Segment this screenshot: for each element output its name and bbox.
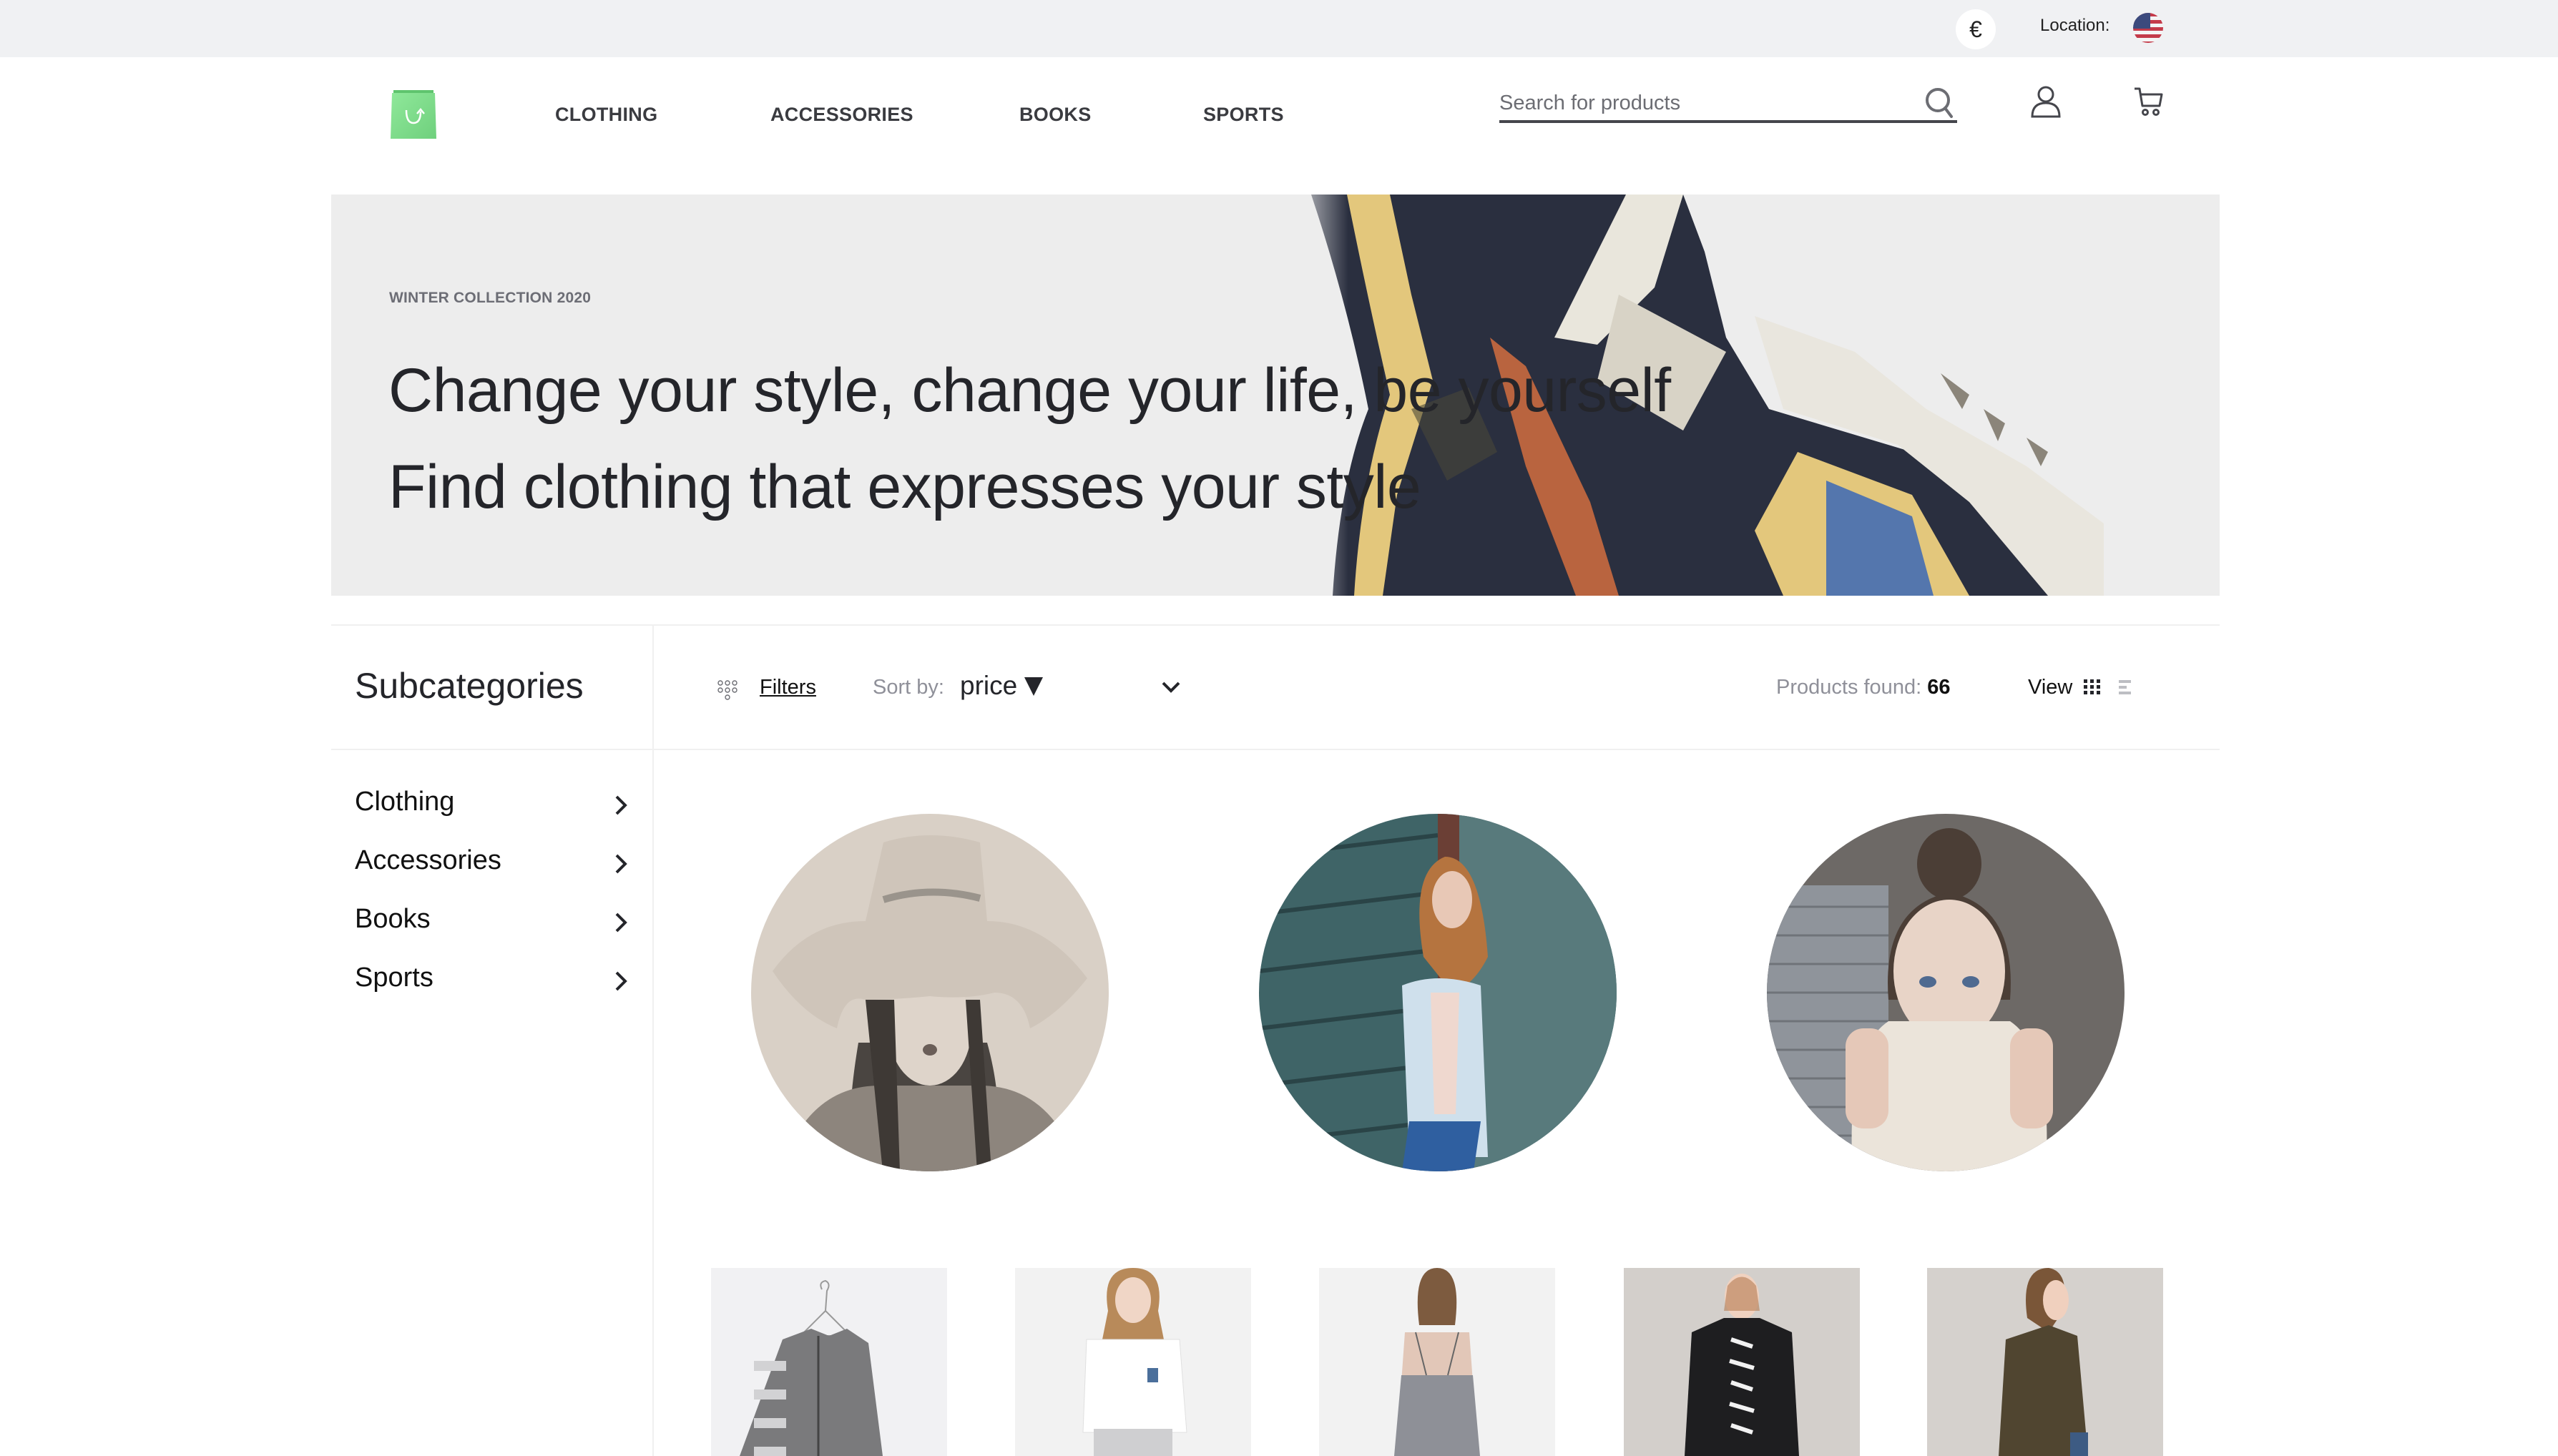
search-icon <box>1926 88 1953 118</box>
shopping-bag-logo[interactable] <box>389 90 438 139</box>
sort-by-label: Sort by: <box>873 676 944 699</box>
section-divider-top <box>331 624 2220 626</box>
search-input[interactable] <box>1499 89 1907 117</box>
cart-button[interactable] <box>2133 86 2165 117</box>
filters-icon[interactable] <box>717 679 738 701</box>
sidebar-divider <box>652 625 654 1456</box>
search-button[interactable] <box>1923 86 1957 120</box>
top-utility-bar: € Location: <box>0 0 2558 57</box>
chevron-right-icon <box>615 795 627 815</box>
woman-in-hat-image <box>751 814 1109 1171</box>
subcategory-sports[interactable]: Sports <box>355 963 629 998</box>
subcategory-accessories[interactable]: Accessories <box>355 845 629 881</box>
search-bar <box>1499 86 1957 123</box>
us-flag-icon[interactable] <box>2133 13 2163 43</box>
euro-icon: € <box>1969 16 1982 42</box>
subcategory-label: Clothing <box>355 787 455 817</box>
grey-lace-dress-model-image <box>1319 1268 1555 1456</box>
olive-jacket-model-image <box>1927 1268 2163 1456</box>
product-card[interactable] <box>1927 1268 2163 1456</box>
section-divider-toolbar <box>331 749 2220 750</box>
hero-eyebrow: WINTER COLLECTION 2020 <box>389 290 592 306</box>
products-found: Products found: 66 <box>1776 676 1950 699</box>
hero-banner[interactable]: WINTER COLLECTION 2020 Change your style… <box>331 195 2220 596</box>
cart-icon <box>2135 87 2163 116</box>
nav-sports[interactable]: SPORTS <box>1203 104 1284 126</box>
user-icon <box>2031 86 2061 118</box>
product-card[interactable] <box>711 1268 947 1456</box>
list-view-icon[interactable] <box>2117 678 2136 697</box>
hero-headline-line-2: Find clothing that expresses your style <box>388 453 1421 521</box>
chevron-right-icon <box>615 971 627 991</box>
woman-in-knit-sweater-image <box>1767 814 2125 1171</box>
nav-clothing[interactable]: CLOTHING <box>555 104 657 126</box>
products-found-label: Products found: <box>1776 676 1922 699</box>
account-button[interactable] <box>2029 84 2063 119</box>
product-card[interactable] <box>1319 1268 1555 1456</box>
subcategory-label: Books <box>355 904 431 934</box>
featured-item[interactable] <box>1259 814 1617 1171</box>
view-label: View <box>2028 676 2073 699</box>
striped-cardigan-image <box>711 1268 947 1456</box>
products-found-count: 66 <box>1927 676 1951 699</box>
filters-link[interactable]: Filters <box>760 676 816 699</box>
product-card[interactable] <box>1015 1268 1251 1456</box>
sort-value: price <box>960 671 1018 700</box>
subcategory-label: Sports <box>355 963 433 993</box>
sort-dropdown[interactable]: price <box>959 669 1187 709</box>
currency-selector[interactable]: € <box>1956 9 1996 49</box>
woman-in-denim-jacket-image <box>1259 814 1617 1171</box>
nav-accessories[interactable]: ACCESSORIES <box>770 104 913 126</box>
chevron-right-icon <box>615 854 627 874</box>
location-label: Location: <box>2040 16 2110 35</box>
hero-headline-line-1: Change your style, change your life, be … <box>388 356 1671 425</box>
featured-item[interactable] <box>1767 814 2125 1171</box>
subcategory-books[interactable]: Books <box>355 904 629 940</box>
subcategory-clothing[interactable]: Clothing <box>355 787 629 822</box>
grid-view-icon[interactable] <box>2083 678 2102 697</box>
subcategories-title: Subcategories <box>355 666 584 706</box>
black-coat-model-image <box>1624 1268 1860 1456</box>
chevron-right-icon <box>615 913 627 933</box>
nav-books[interactable]: BOOKS <box>1019 104 1092 126</box>
featured-item[interactable] <box>751 814 1109 1171</box>
white-tshirt-model-image <box>1015 1268 1251 1456</box>
product-card[interactable] <box>1624 1268 1860 1456</box>
chevron-down-icon <box>1162 682 1180 693</box>
main-header: CLOTHING ACCESSORIES BOOKS SPORTS <box>0 57 2558 193</box>
subcategory-label: Accessories <box>355 845 501 875</box>
sort-descending-icon <box>1024 677 1043 696</box>
